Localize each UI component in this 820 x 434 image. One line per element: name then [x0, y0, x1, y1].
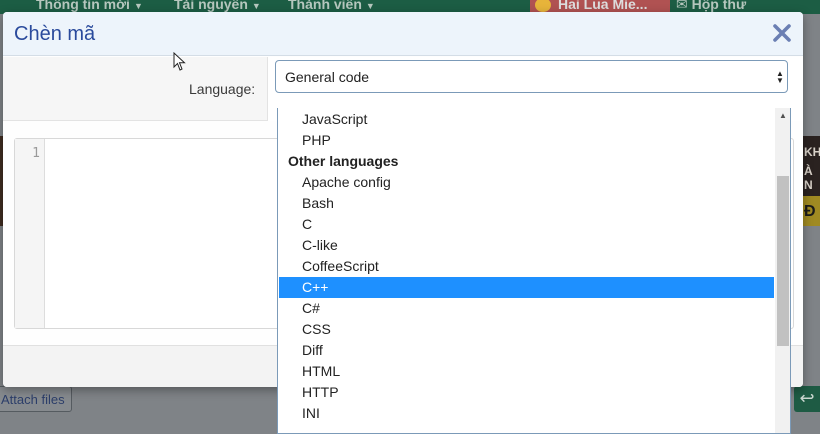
select-caret-icon: ▲ ▼ [776, 69, 784, 85]
nav-item-members[interactable]: Thành viên ▼ [288, 0, 375, 12]
reply-button[interactable]: ↩ [794, 386, 820, 412]
option-ini[interactable]: INI [279, 403, 774, 424]
envelope-icon: ✉ [676, 0, 692, 12]
optgroup-other-languages: Other languages [288, 153, 399, 169]
option-diff[interactable]: Diff [279, 340, 774, 361]
option-c[interactable]: C [279, 214, 774, 235]
option-bash[interactable]: Bash [279, 193, 774, 214]
user-name[interactable]: Hai Lua Mie... [558, 0, 647, 12]
line-number: 1 [32, 146, 40, 161]
dialog-header: Chèn mã [3, 12, 803, 56]
option-coffeescript[interactable]: CoffeeScript [279, 256, 774, 277]
language-label: Language: [189, 81, 256, 97]
banner-text: KH [804, 145, 820, 159]
option-css[interactable]: CSS [279, 319, 774, 340]
chevron-down-icon: ▼ [133, 1, 143, 11]
chevron-down-icon: ▼ [251, 1, 261, 11]
option-apache-config[interactable]: Apache config [279, 172, 774, 193]
mouse-pointer-icon [173, 52, 186, 71]
nav-item-news[interactable]: Thông tin mới ▼ [36, 0, 143, 12]
chevron-down-icon: ▼ [365, 1, 375, 11]
attach-files-button[interactable]: Attach files [0, 386, 72, 412]
option-cpp[interactable]: C++ [279, 277, 774, 298]
banner-text: À N [804, 164, 813, 192]
language-dropdown-list[interactable]: JavaScript PHP Other languages Apache co… [277, 108, 791, 434]
option-php[interactable]: PHP [279, 130, 774, 151]
dialog-title: Chèn mã [14, 23, 96, 45]
scrollbar-thumb[interactable] [777, 176, 789, 346]
option-http[interactable]: HTTP [279, 382, 774, 403]
language-select-value: General code [285, 69, 370, 85]
language-select[interactable]: General code ▲ ▼ [275, 60, 788, 93]
option-javascript[interactable]: JavaScript [279, 109, 774, 130]
scroll-up-icon[interactable]: ▲ [775, 110, 790, 122]
option-csharp[interactable]: C# [279, 298, 774, 319]
banner-text: Đ [804, 203, 816, 220]
reply-icon: ↩ [799, 388, 815, 408]
close-icon[interactable] [772, 23, 792, 43]
line-gutter: 1 [15, 139, 45, 328]
option-c-like[interactable]: C-like [279, 235, 774, 256]
nav-item-resources[interactable]: Tài nguyên ▼ [174, 0, 261, 12]
option-html[interactable]: HTML [279, 361, 774, 382]
